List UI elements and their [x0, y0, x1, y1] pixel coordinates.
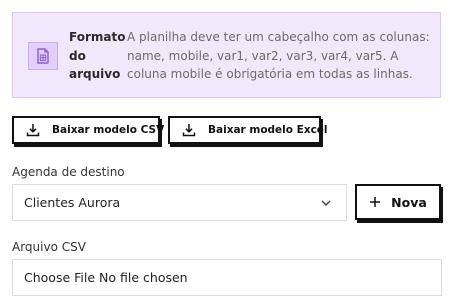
download-icon — [26, 123, 40, 137]
file-format-notice: Formato do arquivo A planilha deve ter u… — [12, 12, 441, 98]
notice-title: Formato do arquivo — [69, 30, 126, 81]
agenda-select[interactable]: Clientes Aurora — [12, 184, 347, 221]
choose-file-button[interactable]: Choose File — [24, 270, 95, 285]
file-status-text: No file chosen — [99, 270, 188, 285]
download-excel-label: Baixar modelo Excel — [208, 124, 328, 136]
spreadsheet-doc-icon — [28, 42, 58, 70]
plus-icon — [369, 196, 381, 208]
new-agenda-button[interactable]: Nova — [355, 184, 441, 220]
download-icon — [182, 123, 196, 137]
notice-text: A planilha deve ter um cabeçalho com as … — [127, 30, 430, 81]
import-contacts-panel: Formato do arquivo A planilha deve ter u… — [0, 0, 455, 308]
download-csv-template-button[interactable]: Baixar modelo CSV — [12, 116, 164, 144]
agenda-selected-value: Clientes Aurora — [24, 195, 121, 210]
file-label: Arquivo CSV — [12, 240, 86, 254]
new-agenda-label: Nova — [391, 194, 427, 210]
csv-file-input[interactable]: Choose File No file chosen — [12, 259, 442, 296]
download-csv-label: Baixar modelo CSV — [52, 124, 165, 136]
agenda-label: Agenda de destino — [12, 165, 125, 179]
chevron-down-icon — [320, 197, 332, 209]
download-excel-template-button[interactable]: Baixar modelo Excel — [168, 116, 328, 144]
